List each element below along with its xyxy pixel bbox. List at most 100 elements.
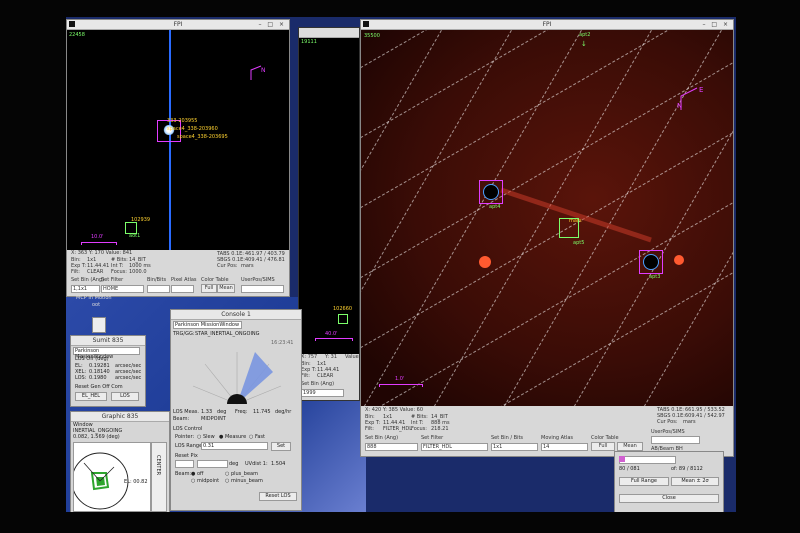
plus-beam-radio[interactable]: ○ plus_beam <box>225 471 258 477</box>
graphic-plot[interactable]: EL: 00.82 <box>73 442 151 512</box>
slew-label: Slew <box>202 434 215 440</box>
console-titlebar[interactable]: Console 1 <box>171 310 301 320</box>
scale-label: 10.0' <box>91 234 104 240</box>
small-window[interactable]: Sumit 835 Parkinson MissionWindow LOS Of… <box>70 335 146 407</box>
console-window[interactable]: Console 1 Parkinson MissionWindow TRG/GG… <box>170 309 302 511</box>
right-colortable-label: Color Table <box>591 435 619 441</box>
beam-value: MIDPOINT <box>201 416 226 422</box>
top-marker-icon: ↓ <box>581 40 587 48</box>
los-control-label: LOS Control <box>173 426 203 432</box>
window-menu-icon[interactable] <box>69 21 75 27</box>
planet-disc <box>483 184 499 200</box>
userpos-field[interactable] <box>241 285 284 293</box>
right-counter: 35500 <box>364 33 380 39</box>
console-trg-value: STAR_INERTIAL_ONGOING <box>195 331 260 337</box>
console-title: Console 1 <box>221 311 251 318</box>
planet-disc <box>643 254 659 270</box>
range-min: 80 / 081 <box>619 466 640 472</box>
narrow-info: X: 757 Y: 31 Value Bin: 1x1 Exp T: 11.44… <box>299 354 359 400</box>
range-slider-thumb[interactable] <box>619 456 625 462</box>
fpi-left-titlebar[interactable]: FPI – □ × <box>67 20 289 30</box>
small-titlebar[interactable]: Sumit 835 <box>71 336 145 346</box>
fpi-window-right[interactable]: FPI – □ × 35500 apt2 ↓ N E apt4 mars apt… <box>360 19 734 457</box>
desktop-file-icon[interactable] <box>92 317 106 333</box>
fast-radio[interactable]: ○ Fast <box>249 434 265 440</box>
target-apt3[interactable] <box>639 250 663 274</box>
pixel-atlas-field[interactable] <box>171 285 194 293</box>
off-radio[interactable]: ● off <box>191 471 203 477</box>
window-controls-icon[interactable]: – □ × <box>258 20 286 29</box>
right-curpos-label: Cur Pos: <box>657 419 678 425</box>
range-slider-a[interactable] <box>619 456 676 464</box>
reset-pix-field-b[interactable] <box>197 460 228 468</box>
right-mean-button[interactable]: Mean <box>617 442 643 451</box>
userpos-label: UserPos/SIMS <box>241 277 275 283</box>
set-button[interactable]: Set <box>271 442 291 451</box>
window-menu-icon[interactable] <box>363 21 369 27</box>
graphic-title: Graphic 835 <box>101 413 139 420</box>
minus-beam-radio[interactable]: ○ minus_beam <box>225 478 263 484</box>
console-dropdown[interactable]: Parkinson MissionWindow <box>173 321 242 329</box>
right-binbits-field[interactable]: 1x1 <box>491 443 538 451</box>
range-max: of: 89 / 8112 <box>671 466 703 472</box>
el-hel-button[interactable]: EL_HEL <box>75 392 107 401</box>
set-bin-label: Set Bin (Ang) <box>71 277 105 283</box>
narrow-setbin-field[interactable]: 1999 <box>301 389 344 397</box>
curpos-label: Cur Pos: <box>217 263 238 269</box>
los-button[interactable]: LOS <box>111 392 139 401</box>
filter-value: CLEAR <box>87 269 104 275</box>
top-marker-label: apt2 <box>579 32 591 38</box>
full-button[interactable]: Full <box>201 284 217 293</box>
small-dropdown[interactable]: Parkinson MissionWindow <box>73 347 140 360</box>
set-filter-field[interactable]: HOME <box>101 285 144 293</box>
graphic-window[interactable]: Graphic 835 Window INERTIAL_ONGOING 0.08… <box>70 411 170 512</box>
graphic-titlebar[interactable]: Graphic 835 <box>71 412 169 422</box>
desktop-text-1: MCP In Motion <box>76 295 112 301</box>
uvdist-label: UVdist 1: <box>245 461 268 467</box>
measure-radio[interactable]: ● Measure <box>219 434 246 440</box>
fpi-left-image[interactable]: 22458 N 333-203955 space4_338-203960 spa… <box>67 30 289 250</box>
narrow-marker: 102660 <box>333 306 353 312</box>
los-meas-label: LOS Meas. <box>173 409 199 415</box>
svg-text:E: E <box>699 86 703 94</box>
full-range-button[interactable]: Full Range <box>619 477 669 486</box>
fast-label: Fast <box>254 434 265 440</box>
bin-bits-field[interactable] <box>147 285 170 293</box>
fpi-right-titlebar[interactable]: FPI – □ × <box>361 20 733 30</box>
off-label: off <box>196 471 204 477</box>
right-setbin-label: Set Bin (Ang) <box>365 435 399 441</box>
reset-pix-field-a[interactable] <box>175 460 194 468</box>
narrow-window[interactable]: 19111 102660 40.0' X: 757 Y: 31 Value Bi… <box>298 27 360 401</box>
narrow-titlebar[interactable] <box>299 28 359 38</box>
svg-text:N: N <box>261 67 266 74</box>
reset-los-button[interactable]: Reset LOS <box>259 492 297 501</box>
los-range-label: LOS Range <box>175 443 203 449</box>
fpi-left-title: FPI <box>173 21 183 28</box>
measure-label: Measure <box>224 434 247 440</box>
right-full-button[interactable]: Full <box>591 442 615 451</box>
right-setfilter-field[interactable]: FILTER_HDL <box>421 443 488 451</box>
apt3-label: apt3 <box>649 274 661 280</box>
mean-button[interactable]: Mean <box>217 284 235 293</box>
right-userpos-field[interactable] <box>651 436 700 444</box>
right-moving-field[interactable]: 14 <box>541 443 588 451</box>
midpoint-radio[interactable]: ○ midpoint <box>191 478 219 484</box>
compass-icon: N E <box>677 86 703 110</box>
target-apt4[interactable] <box>479 180 503 204</box>
set-bin-field[interactable]: 1,1x1 <box>71 285 100 293</box>
range-dialog[interactable]: 80 / 081 of: 89 / 8112 Full Range Mean ±… <box>614 451 724 512</box>
right-setbin-field[interactable]: 888 <box>365 443 418 451</box>
fpi-right-image[interactable]: 35500 apt2 ↓ N E apt4 mars apt5 apt3 1.0… <box>361 30 733 406</box>
right-filter-value: FILTER_HDL <box>383 426 413 432</box>
narrow-counter: 19111 <box>301 39 317 45</box>
window-controls-icon[interactable]: – □ × <box>702 20 730 29</box>
slew-radio[interactable]: ○ Slew <box>197 434 215 440</box>
small-title: Sumit 835 <box>92 337 124 344</box>
los-range-field[interactable]: 0.31 <box>201 442 268 450</box>
bin-bits-label: Bin/Bits <box>147 277 167 283</box>
fpi-window-left[interactable]: FPI – □ × 22458 N 333-203955 space4_338-… <box>66 19 290 297</box>
close-button[interactable]: Close <box>619 494 719 503</box>
small-heading: LOS Off (deg) <box>75 356 109 362</box>
mean-2sigma-button[interactable]: Mean ± 2σ <box>671 477 719 486</box>
focus-value: 1000.0 <box>129 269 147 275</box>
